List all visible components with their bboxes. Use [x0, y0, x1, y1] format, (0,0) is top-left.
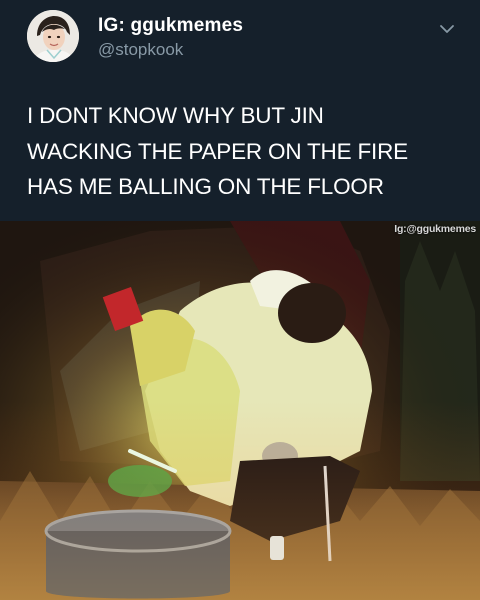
avatar-image: [27, 10, 79, 62]
tweet-text-line: I DONT KNOW WHY BUT JIN: [27, 103, 324, 128]
avatar[interactable]: [27, 10, 79, 62]
tweet-header: IG: ggukmemes @stopkook: [0, 0, 480, 86]
tweet-text-line: WACKING THE PAPER ON THE FIRE: [27, 138, 408, 164]
photo-image: [0, 221, 480, 600]
tweet-photo[interactable]: Ig:@ggukmemes: [0, 221, 480, 600]
watermark: Ig:@ggukmemes: [394, 223, 476, 235]
tweet-text: I DONT KNOW WHY BUT JIN WACKING THE PAPE…: [27, 98, 467, 205]
display-name[interactable]: IG: ggukmemes: [98, 15, 243, 37]
chevron-down-icon[interactable]: [436, 20, 458, 38]
tweet-text-line: HAS ME BALLING ON THE FLOOR: [27, 174, 384, 199]
user-handle[interactable]: @stopkook: [98, 40, 183, 60]
